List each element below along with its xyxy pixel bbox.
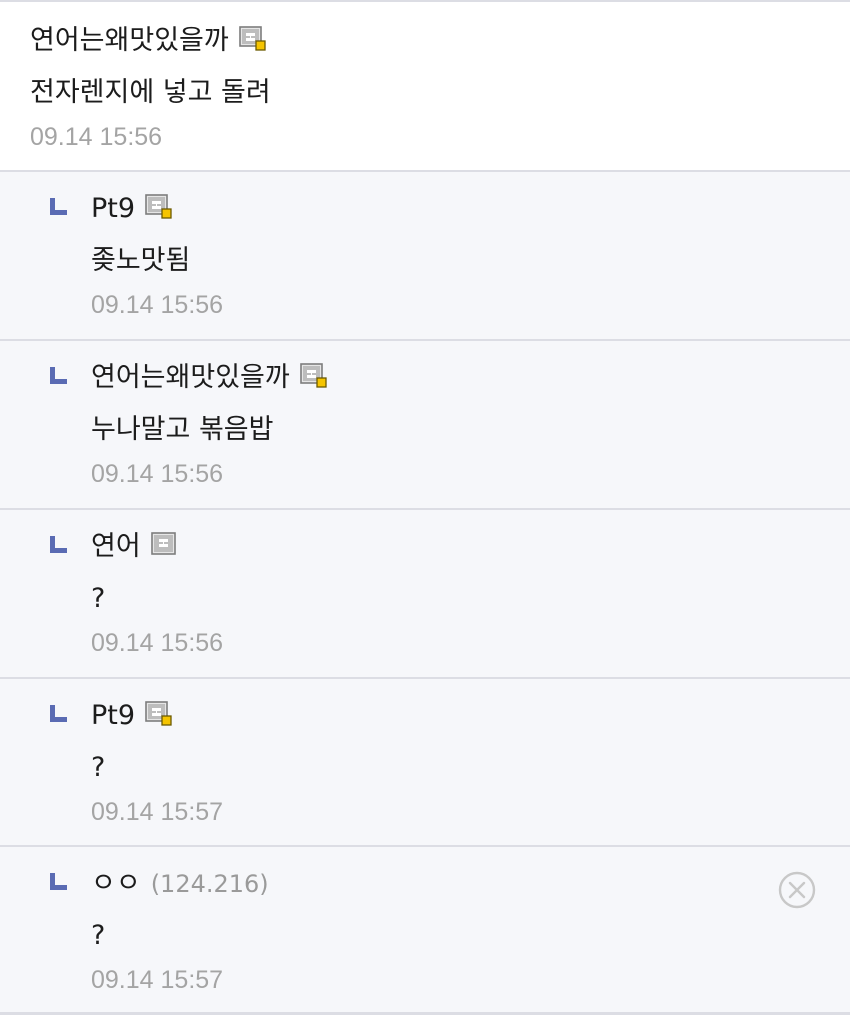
gallery-member-icon	[145, 701, 173, 727]
reply-arrow-icon	[50, 536, 68, 554]
comment-text: 누나말고 볶음밥	[91, 414, 274, 445]
comment-text: ?	[91, 583, 106, 614]
comment-text: ?	[91, 920, 106, 951]
comment-thread: 연어는왜맛있을까 전자렌지에 넣고 돌려 09.14 15:56 Pt9 좆노맛…	[0, 0, 850, 1015]
comment-item: 연어는왜맛있을까 전자렌지에 넣고 돌려 09.14 15:56	[0, 0, 850, 170]
gallery-member-icon	[300, 363, 328, 389]
fixed-member-icon	[151, 532, 179, 558]
nickname[interactable]: Pt9	[91, 699, 135, 733]
nickname[interactable]: Pt9	[91, 192, 135, 226]
reply-arrow-icon	[50, 873, 68, 891]
comment-text: ?	[91, 752, 106, 783]
comment-time: 09.14 15:56	[91, 460, 224, 488]
comment-author[interactable]: ㅇㅇ (124.216)	[91, 867, 269, 901]
reply-item: Pt9 좆노맛됨 09.14 15:56	[0, 170, 850, 339]
comment-time: 09.14 15:57	[91, 798, 224, 826]
comment-time: 09.14 15:56	[91, 291, 224, 319]
nickname[interactable]: 연어는왜맛있을까	[91, 361, 290, 395]
comment-author[interactable]: 연어	[91, 530, 179, 564]
close-circle-icon[interactable]	[777, 870, 817, 910]
ip-address: (124.216)	[150, 870, 269, 898]
reply-item: 연어는왜맛있을까 누나말고 볶음밥 09.14 15:56	[0, 339, 850, 508]
comment-author[interactable]: Pt9	[91, 192, 173, 226]
reply-arrow-icon	[50, 367, 68, 385]
reply-arrow-icon	[50, 705, 68, 723]
reply-item: Pt9 ? 09.14 15:57	[0, 677, 850, 845]
comment-author[interactable]: 연어는왜맛있을까	[30, 24, 267, 58]
reply-item: ㅇㅇ (124.216) ? 09.14 15:57	[0, 845, 850, 1012]
nickname[interactable]: ㅇㅇ	[91, 867, 141, 901]
nickname[interactable]: 연어는왜맛있을까	[30, 24, 229, 58]
comment-author[interactable]: Pt9	[91, 699, 173, 733]
nickname[interactable]: 연어	[91, 530, 141, 564]
comment-text: 좆노맛됨	[91, 245, 191, 276]
comment-time: 09.14 15:56	[30, 123, 163, 151]
comment-time: 09.14 15:57	[91, 966, 224, 994]
reply-arrow-icon	[50, 198, 68, 216]
comment-time: 09.14 15:56	[91, 629, 224, 657]
reply-item: 연어 ? 09.14 15:56	[0, 508, 850, 677]
gallery-member-icon	[239, 26, 267, 52]
gallery-member-icon	[145, 194, 173, 220]
comment-text: 전자렌지에 넣고 돌려	[30, 77, 271, 108]
comment-author[interactable]: 연어는왜맛있을까	[91, 361, 328, 395]
